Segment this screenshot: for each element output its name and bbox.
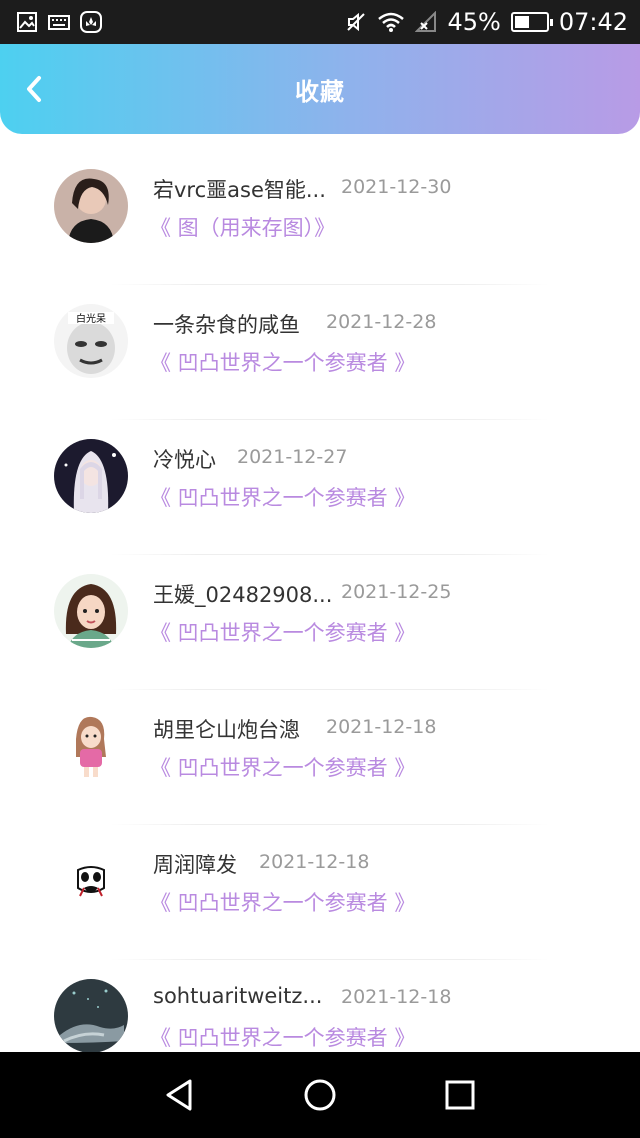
avatar[interactable] [54, 574, 128, 648]
avatar[interactable] [54, 709, 128, 783]
work-title-link[interactable]: 《 凹凸世界之一个参赛者 》 [150, 482, 415, 512]
work-title-link[interactable]: 《 凹凸世界之一个参赛者 》 [150, 347, 415, 377]
status-left-icons [16, 11, 102, 33]
chevron-left-icon [27, 76, 41, 102]
avatar[interactable] [54, 169, 128, 243]
nav-home-button[interactable] [300, 1075, 340, 1115]
work-title-link[interactable]: 《 凹凸世界之一个参赛者 》 [150, 887, 415, 917]
battery-percentage: 45% [447, 8, 501, 36]
status-right-icons: 45% 07:42 [345, 8, 628, 36]
recents-square-icon [445, 1080, 475, 1110]
user-name[interactable]: 王媛_02482908... [153, 579, 332, 609]
favorite-date: 2021-12-18 [326, 716, 437, 738]
list-item[interactable]: 周润障发 2021-12-18 《 凹凸世界之一个参赛者 》 [0, 825, 640, 960]
avatar[interactable]: 白光呆 [54, 304, 128, 378]
page-title: 收藏 [295, 77, 345, 106]
battery-level [514, 16, 529, 28]
work-title-link[interactable]: 《 凹凸世界之一个参赛者 》 [150, 752, 415, 782]
image-icon [16, 11, 38, 33]
huawei-icon [80, 11, 102, 33]
wifi-icon [377, 11, 405, 33]
nav-back-button[interactable] [160, 1075, 200, 1115]
work-title-link[interactable]: 《 凹凸世界之一个参赛者 》 [150, 617, 415, 647]
list-item[interactable]: 宕vrc噩ase智能... 2021-12-30 《 图（用来存图）》 [0, 150, 640, 285]
list-item[interactable]: 胡里仑山炮台漗 2021-12-18 《 凹凸世界之一个参赛者 》 [0, 690, 640, 825]
list-item[interactable]: 冷悦心 2021-12-27 《 凹凸世界之一个参赛者 》 [0, 420, 640, 555]
favorite-date: 2021-12-18 [341, 986, 452, 1008]
no-signal-icon [415, 10, 437, 33]
favorite-date: 2021-12-30 [341, 176, 452, 198]
avatar[interactable] [54, 844, 128, 918]
status-bar: 45% 07:42 [0, 0, 640, 44]
list-item[interactable]: 王媛_02482908... 2021-12-25 《 凹凸世界之一个参赛者 》 [0, 555, 640, 690]
back-triangle-icon [166, 1079, 192, 1111]
svg-text:白光呆: 白光呆 [76, 312, 106, 325]
keyboard-icon [48, 11, 70, 33]
nav-recents-button[interactable] [440, 1075, 480, 1115]
user-name[interactable]: 一条杂食的咸鱼 [153, 309, 300, 339]
user-name[interactable]: 冷悦心 [153, 444, 216, 474]
favorites-list[interactable]: 宕vrc噩ase智能... 2021-12-30 《 图（用来存图）》 白光呆 … [0, 150, 640, 1052]
back-button[interactable] [18, 72, 50, 106]
work-title-link[interactable]: 《 凹凸世界之一个参赛者 》 [150, 1022, 415, 1052]
favorite-date: 2021-12-18 [259, 851, 370, 873]
user-name[interactable]: 周润障发 [153, 849, 237, 879]
mute-icon [345, 11, 367, 33]
avatar[interactable] [54, 979, 128, 1052]
home-circle-icon [304, 1079, 336, 1111]
status-time: 07:42 [558, 8, 628, 36]
user-name[interactable]: 宕vrc噩ase智能... [153, 174, 326, 204]
list-item[interactable]: sohtuaritweitz... 2021-12-18 《 凹凸世界之一个参赛… [0, 960, 640, 1052]
avatar[interactable] [54, 439, 128, 513]
battery-icon [510, 12, 553, 32]
list-item[interactable]: 白光呆 一条杂食的咸鱼 2021-12-28 《 凹凸世界之一个参赛者 》 [0, 285, 640, 420]
user-name[interactable]: sohtuaritweitz... [153, 984, 322, 1008]
favorite-date: 2021-12-28 [326, 311, 437, 333]
favorite-date: 2021-12-25 [341, 581, 452, 603]
user-name[interactable]: 胡里仑山炮台漗 [153, 714, 300, 744]
favorite-date: 2021-12-27 [237, 446, 348, 468]
navigation-bar [0, 1052, 640, 1138]
work-title-link[interactable]: 《 图（用来存图）》 [150, 212, 335, 242]
header-bar: 收藏 [0, 44, 640, 134]
